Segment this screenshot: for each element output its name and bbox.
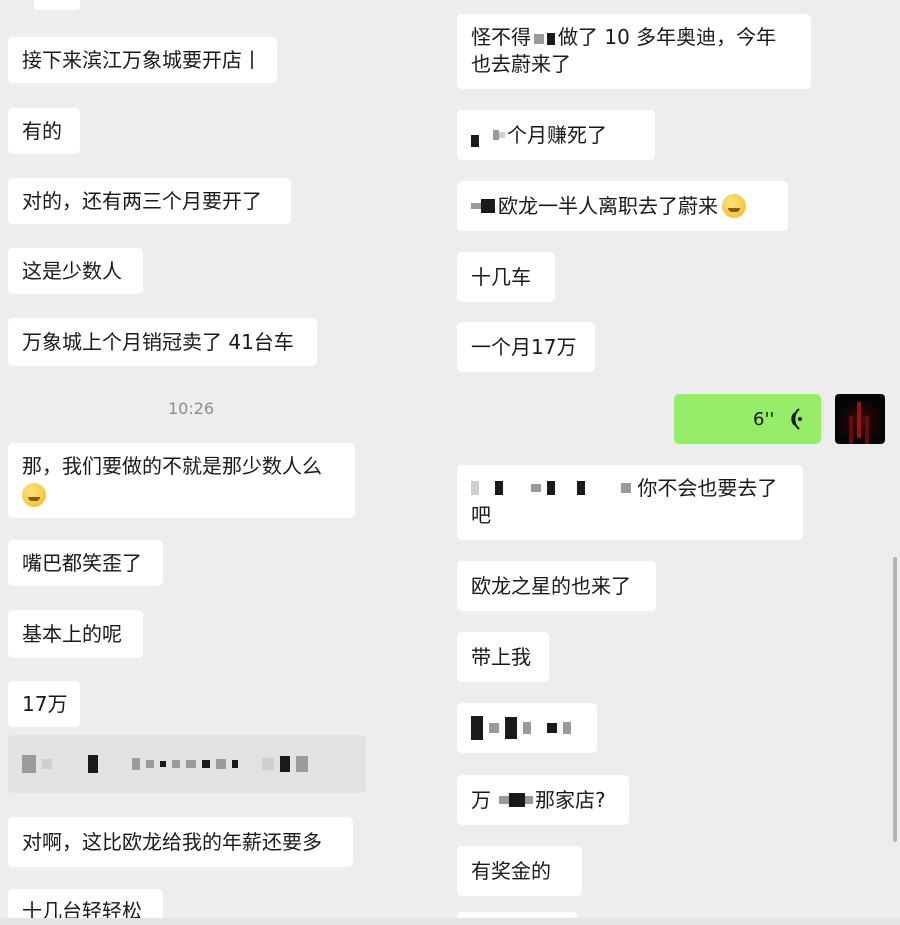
message-text: 17万 bbox=[22, 691, 68, 716]
grinning-emoji-icon bbox=[22, 482, 46, 507]
redaction-block bbox=[547, 32, 555, 45]
message-text: 做了 10 多年奥迪，今年 bbox=[558, 25, 777, 49]
pixelated-redaction bbox=[22, 755, 308, 773]
message-text: 十几车 bbox=[471, 264, 531, 289]
timestamp: 10:26 bbox=[168, 399, 215, 418]
redacted-message-bubble[interactable] bbox=[457, 703, 597, 753]
message-text: 接下来滨江万象城要开店丨 bbox=[22, 47, 262, 72]
message-text: 这是少数人 bbox=[22, 258, 122, 283]
message-text: 一个月17万 bbox=[471, 334, 577, 359]
message-text: 那家店? bbox=[535, 787, 606, 812]
left-chat-column: 接下来滨江万象城要开店丨 有的 对的，还有两三个月要开了 这是少数人 万象城上个… bbox=[0, 0, 445, 925]
user-avatar[interactable] bbox=[835, 394, 885, 444]
chat-screenshot: 接下来滨江万象城要开店丨 有的 对的，还有两三个月要开了 这是少数人 万象城上个… bbox=[0, 0, 900, 925]
message-bubble[interactable]: 欧龙一半人离职去了蔚来 bbox=[457, 181, 788, 231]
redaction-block bbox=[499, 132, 505, 138]
voice-wave-icon bbox=[791, 408, 802, 430]
message-bubble[interactable]: 17万 bbox=[8, 681, 80, 727]
redaction-block bbox=[534, 33, 544, 44]
bottom-edge bbox=[0, 918, 900, 925]
pixelated-redaction bbox=[471, 716, 571, 740]
laughing-crying-emoji-icon bbox=[722, 194, 746, 218]
message-text: 那，我们要做的不就是那少数人么 bbox=[22, 454, 322, 478]
message-text: 带上我 bbox=[471, 644, 531, 669]
redaction-block bbox=[471, 203, 481, 209]
message-text: 嘴巴都笑歪了 bbox=[22, 550, 142, 575]
redaction-block bbox=[525, 796, 533, 804]
message-text: 欧龙一半人离职去了蔚来 bbox=[498, 193, 718, 218]
message-bubble[interactable]: 你不会也要去了 吧 bbox=[457, 465, 803, 540]
message-bubble[interactable]: 带上我 bbox=[457, 632, 549, 682]
voice-duration: 6'' bbox=[753, 409, 775, 430]
redacted-message-bubble bbox=[8, 735, 366, 793]
message-bubble[interactable]: 有奖金的 bbox=[457, 846, 582, 896]
message-text: 怪不得 bbox=[471, 25, 531, 49]
message-text: 欧龙之星的也来了 bbox=[471, 573, 631, 598]
message-bubble[interactable]: 怪不得 做了 10 多年奥迪，今年 也去蔚来了 bbox=[457, 14, 811, 89]
message-text: 对的，还有两三个月要开了 bbox=[22, 188, 262, 213]
message-text: 对啊，这比欧龙给我的年薪还要多 bbox=[22, 829, 322, 854]
message-bubble[interactable]: 对的，还有两三个月要开了 bbox=[8, 178, 291, 224]
message-text: 有奖金的 bbox=[471, 858, 551, 883]
message-bubble[interactable]: 嘴巴都笑歪了 bbox=[8, 540, 163, 586]
redaction-block bbox=[471, 135, 479, 147]
message-text: 万象城上个月销冠卖了 41台车 bbox=[22, 329, 294, 354]
message-text: 基本上的呢 bbox=[22, 621, 122, 646]
redaction-block bbox=[509, 793, 525, 807]
voice-message-bubble[interactable]: 6'' bbox=[674, 394, 821, 444]
message-bubble[interactable]: 万象城上个月销冠卖了 41台车 bbox=[8, 318, 317, 366]
message-text: 个月赚死了 bbox=[507, 122, 607, 147]
message-bubble[interactable]: 个月赚死了 bbox=[457, 110, 655, 160]
message-bubble[interactable]: 一个月17万 bbox=[457, 322, 595, 372]
message-bubble[interactable]: 十几车 bbox=[457, 252, 555, 302]
scrollbar[interactable] bbox=[893, 557, 897, 842]
message-text: 万 bbox=[471, 787, 491, 812]
pixelated-redaction bbox=[471, 481, 631, 495]
message-bubble[interactable]: 有的 bbox=[8, 108, 80, 154]
message-bubble[interactable]: 万 那家店? bbox=[457, 775, 629, 825]
redaction-block bbox=[499, 796, 509, 804]
message-text: 你不会也要去了 bbox=[637, 476, 778, 500]
message-bubble[interactable]: 这是少数人 bbox=[8, 248, 143, 294]
message-bubble[interactable]: 那，我们要做的不就是那少数人么 bbox=[8, 443, 355, 518]
message-bubble[interactable]: 基本上的呢 bbox=[8, 610, 143, 658]
message-text: 也去蔚来了 bbox=[471, 52, 571, 76]
message-text: 有的 bbox=[22, 118, 62, 143]
cropped-bubble bbox=[34, 0, 80, 10]
message-bubble[interactable]: 对啊，这比欧龙给我的年薪还要多 bbox=[8, 817, 353, 867]
message-text: 吧 bbox=[471, 503, 491, 527]
message-bubble[interactable]: 欧龙之星的也来了 bbox=[457, 561, 656, 611]
right-chat-column: 怪不得 做了 10 多年奥迪，今年 也去蔚来了 个月赚死了 欧龙一半人离职去了蔚来… bbox=[445, 0, 900, 925]
message-bubble[interactable]: 接下来滨江万象城要开店丨 bbox=[8, 37, 277, 83]
redaction-block bbox=[481, 199, 495, 213]
